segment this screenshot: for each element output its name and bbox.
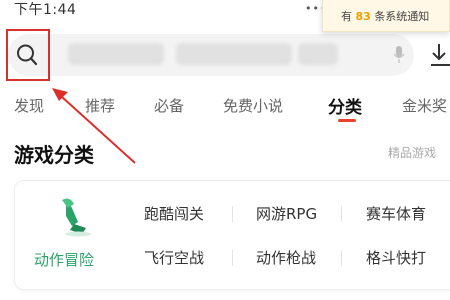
divider <box>232 250 233 266</box>
tab-free-novels[interactable]: 免费小说 <box>223 95 283 116</box>
subcategory-item[interactable]: 动作枪战 <box>256 247 316 268</box>
section-title: 游戏分类 <box>14 143 94 167</box>
notification-suffix: 条系统通知 <box>374 10 430 23</box>
active-tab-indicator <box>338 119 356 122</box>
category-action-adventure[interactable]: 动作冒险 <box>34 249 94 270</box>
notification-count: 83 <box>355 10 371 23</box>
mic-icon[interactable] <box>392 45 406 65</box>
subcategory-item[interactable]: 赛车体育 <box>366 203 426 224</box>
subcategory-item[interactable]: 飞行空战 <box>144 247 204 268</box>
search-placeholder-blur <box>68 43 164 65</box>
download-icon[interactable] <box>428 40 450 70</box>
app-screen: 下午1:44 ••• 有 83 条系统通知 发现 推荐 必备 免费小说 分类 金… <box>0 0 450 300</box>
divider <box>232 206 233 222</box>
search-bar[interactable] <box>8 34 414 76</box>
tab-essentials[interactable]: 必备 <box>154 95 184 116</box>
tab-recommend[interactable]: 推荐 <box>85 95 115 116</box>
annotation-highlight-box <box>6 29 50 81</box>
section-more-link[interactable]: 精品游戏 <box>388 144 436 161</box>
subcategory-item[interactable]: 格斗快打 <box>366 247 426 268</box>
subcategory-item[interactable]: 网游RPG <box>256 203 317 224</box>
search-placeholder-blur <box>298 43 338 65</box>
system-notification-toast[interactable]: 有 83 条系统通知 <box>322 0 450 32</box>
notification-prefix: 有 <box>341 10 352 23</box>
search-placeholder-blur <box>176 43 292 65</box>
subcategory-item[interactable]: 跑酷闯关 <box>144 203 204 224</box>
divider <box>341 206 342 222</box>
tab-discover[interactable]: 发现 <box>14 95 44 116</box>
category-tab-bar: 发现 推荐 必备 免费小说 分类 金米奖 <box>0 93 450 127</box>
tab-categories[interactable]: 分类 <box>328 93 362 118</box>
sword-icon[interactable] <box>52 194 92 238</box>
status-time: 下午1:44 <box>14 2 77 18</box>
tab-gold-award[interactable]: 金米奖 <box>402 95 447 116</box>
divider <box>341 250 342 266</box>
